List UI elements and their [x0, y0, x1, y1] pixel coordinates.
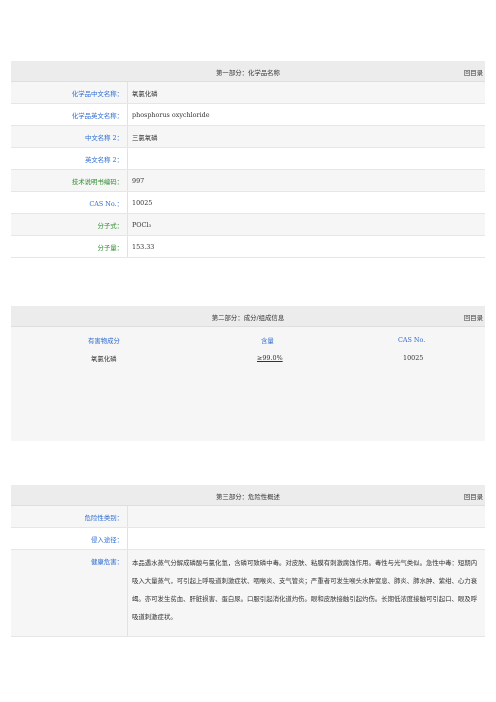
column-header: 含量 [261, 337, 274, 345]
field-value: 10025 [132, 199, 153, 207]
field-label: 危险性类别： [84, 514, 123, 522]
section-header: 第三部分：危险性概述 回目录 [11, 485, 485, 506]
column-divider [127, 82, 128, 103]
info-row: CAS No.： 10025 [11, 192, 485, 214]
field-label: 中文名称 2： [84, 134, 123, 142]
field-value: 153.33 [132, 243, 155, 251]
info-row: 中文名称 2： 三氯氧磷 [11, 126, 485, 148]
field-value: 本品遇水蒸气分解成磷酸与氯化氢，含磷可致磷中毒。对皮肤、粘膜有刺激腐蚀作用。毒性… [132, 559, 478, 621]
column-divider [127, 528, 128, 549]
column-header: 有害物成分 [88, 337, 120, 345]
field-label: 化学品英文名称： [71, 112, 123, 120]
field-label: 侵入途径： [91, 536, 123, 544]
field-label: 健康危害： [91, 558, 123, 566]
section-chemical-name: 第一部分：化学品名称 回目录 化学品中文名称： 氧氯化磷 化学品英文名称： ph… [11, 61, 485, 258]
section-header: 第一部分：化学品名称 回目录 [11, 61, 485, 82]
field-value: POCl₃ [132, 221, 152, 229]
field-value: phosphorus oxychloride [132, 111, 210, 119]
column-divider [127, 236, 128, 257]
field-label: 分子式： [97, 222, 123, 230]
info-row: 化学品英文名称： phosphorus oxychloride [11, 104, 485, 126]
section-header: 第二部分：成分/组成信息 回目录 [11, 306, 485, 327]
component-name: 氧氯化磷 [91, 355, 117, 363]
info-row: 英文名称 2： [11, 148, 485, 170]
field-value: 氧氯化磷 [132, 90, 158, 98]
field-label: 技术说明书编码： [71, 178, 123, 186]
field-label: 英文名称 2： [84, 156, 123, 164]
info-row: 健康危害： 本品遇水蒸气分解成磷酸与氯化氢，含磷可致磷中毒。对皮肤、粘膜有刺激腐… [11, 550, 485, 637]
back-to-toc-link[interactable]: 回目录 [464, 68, 483, 77]
info-row: 技术说明书编码： 997 [11, 170, 485, 192]
section-composition: 第二部分：成分/组成信息 回目录 有害物成分 含量 CAS No. 氧氯化磷 ≥… [11, 306, 485, 441]
column-divider [127, 506, 128, 527]
component-cas: 10025 [403, 354, 424, 362]
column-divider [127, 214, 128, 235]
composition-table: 有害物成分 含量 CAS No. 氧氯化磷 ≥99.0% 10025 [11, 327, 485, 441]
column-header: CAS No. [398, 336, 426, 344]
field-label: CAS No.： [89, 200, 123, 208]
column-divider [127, 192, 128, 213]
field-value: 三氯氧磷 [132, 134, 158, 142]
back-to-toc-link[interactable]: 回目录 [464, 313, 483, 322]
info-row: 分子式： POCl₃ [11, 214, 485, 236]
info-row: 侵入途径： [11, 528, 485, 550]
component-content: ≥99.0% [257, 354, 283, 362]
section-hazard-overview: 第三部分：危险性概述 回目录 危险性类别： 侵入途径： 健康危害： 本品遇水蒸气… [11, 485, 485, 637]
section-title: 第二部分：成分/组成信息 [211, 314, 285, 322]
column-divider [127, 148, 128, 169]
info-row: 化学品中文名称： 氧氯化磷 [11, 82, 485, 104]
field-label: 化学品中文名称： [71, 90, 123, 98]
section-title: 第三部分：危险性概述 [216, 493, 280, 501]
column-divider [127, 104, 128, 125]
back-to-toc-link[interactable]: 回目录 [464, 492, 483, 501]
info-row: 危险性类别： [11, 506, 485, 528]
field-value: 997 [132, 177, 145, 185]
column-divider [127, 170, 128, 191]
section-title: 第一部分：化学品名称 [216, 69, 280, 77]
column-divider [127, 550, 128, 636]
field-label: 分子量： [97, 244, 123, 252]
info-row: 分子量： 153.33 [11, 236, 485, 258]
column-divider [127, 126, 128, 147]
